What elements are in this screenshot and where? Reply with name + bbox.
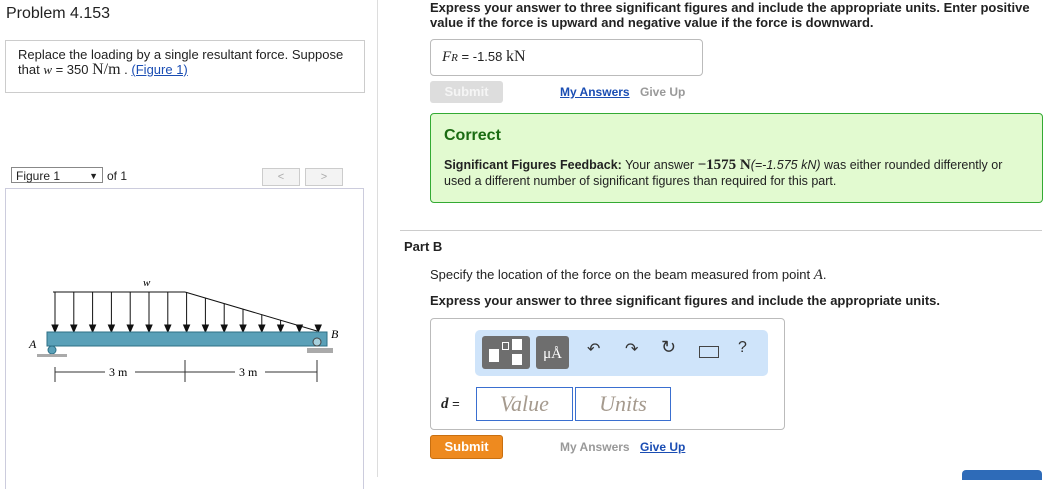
prev-figure-button[interactable]: < — [262, 168, 300, 186]
arrow-head — [258, 324, 266, 334]
submit-button-a[interactable]: Submit — [430, 81, 503, 103]
fr-answer-field: FR = -1.58 kN — [430, 39, 703, 76]
undo-icon[interactable]: ↶ — [587, 339, 600, 359]
my-answers-b: My Answers — [560, 440, 630, 454]
problem-statement: Replace the loading by a single resultan… — [5, 40, 365, 93]
arrow-head — [51, 324, 59, 334]
feedback-title: Correct — [444, 127, 501, 144]
point-label-b: B — [331, 327, 339, 341]
arrow-head — [164, 324, 172, 334]
part-divider — [400, 230, 1042, 231]
dimension-2: 3 m — [239, 365, 258, 379]
fr-value: -1.58 — [472, 49, 503, 64]
give-up-a: Give Up — [640, 85, 686, 99]
arrow-head — [220, 324, 228, 334]
point-label-a: A — [28, 337, 37, 351]
give-up-link-b[interactable]: Give Up — [640, 440, 685, 454]
d-label: d = — [441, 396, 460, 412]
beam-diagram: w A B 3 m 3 m — [28, 277, 339, 382]
part-b-question: Specify the location of the force on the… — [430, 267, 827, 283]
arrow-head — [201, 324, 210, 334]
continue-button-partial[interactable] — [962, 470, 1042, 480]
arrow-head — [182, 324, 191, 334]
column-divider — [377, 0, 378, 477]
redo-icon[interactable]: ↷ — [625, 339, 638, 359]
arrow-head — [126, 324, 134, 334]
figure-link[interactable]: (Figure 1) — [131, 62, 187, 77]
load-label-w: w — [143, 277, 151, 289]
feedback-box: Correct Significant Figures Feedback: Yo… — [430, 113, 1043, 203]
figure-select[interactable]: Figure 1 ▼ — [11, 167, 103, 183]
arrow-head — [88, 324, 97, 334]
part-a-instructions: Express your answer to three significant… — [430, 0, 1030, 30]
part-b-title: Part B — [404, 239, 443, 254]
part-b-instructions: Express your answer to three significant… — [430, 293, 940, 308]
dropdown-arrow-icon: ▼ — [89, 171, 98, 181]
dimension-1: 3 m — [109, 365, 128, 379]
template-button[interactable] — [482, 336, 530, 369]
keyboard-icon[interactable] — [699, 346, 719, 358]
help-icon[interactable]: ? — [738, 339, 747, 357]
value-input[interactable]: Value — [476, 387, 573, 421]
units-button[interactable]: μÅ — [536, 336, 569, 369]
reset-icon[interactable]: ↻ — [661, 337, 676, 358]
arrow-head — [145, 324, 153, 334]
arrow-head — [239, 324, 247, 334]
next-figure-button[interactable]: > — [305, 168, 343, 186]
arrow-head — [107, 324, 116, 334]
math-toolbar: μÅ ↶ ↷ ↻ ? — [475, 330, 768, 376]
my-answers-link-a[interactable]: My Answers — [560, 85, 630, 99]
units-input[interactable]: Units — [575, 387, 671, 421]
submit-button-b[interactable]: Submit — [430, 435, 503, 459]
figure-count: of 1 — [107, 169, 128, 183]
arrow-head — [276, 324, 285, 334]
problem-title: Problem 4.153 — [6, 5, 111, 22]
arrow-head — [70, 324, 78, 334]
